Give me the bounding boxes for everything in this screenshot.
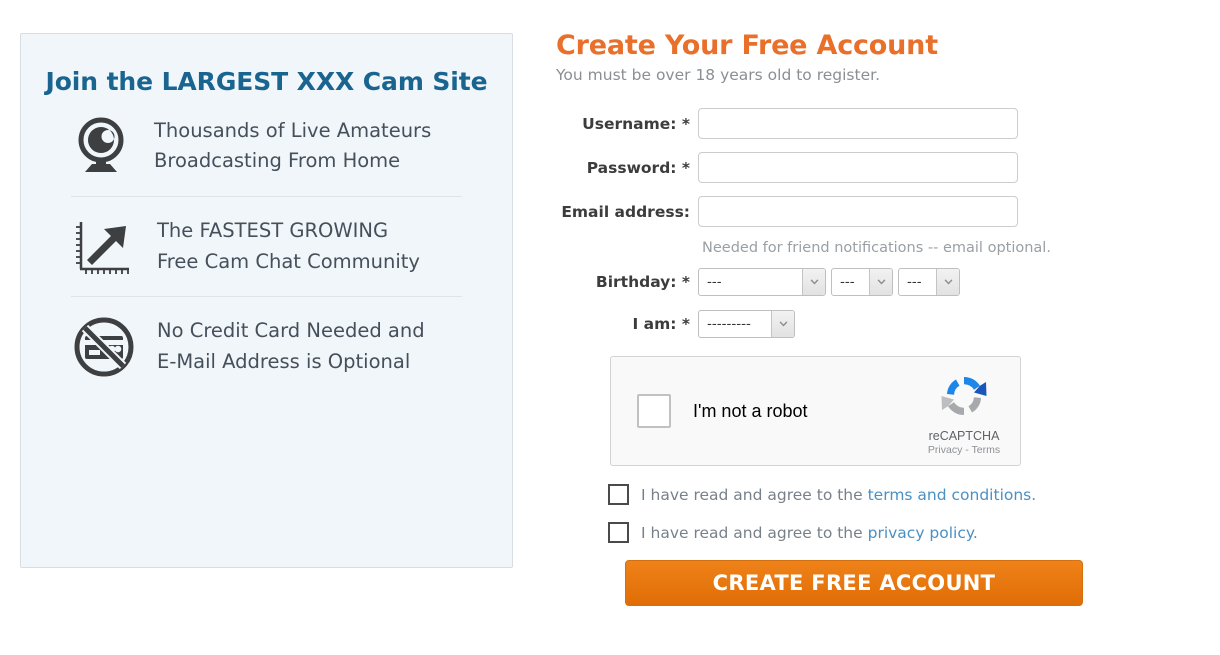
gender-select-wrap: --------- — [698, 310, 795, 338]
terms-and-conditions-link[interactable]: terms and conditions — [868, 486, 1032, 504]
feature-text: No Credit Card Needed and E-Mail Address… — [157, 316, 425, 376]
username-label: Username: * — [582, 114, 690, 133]
feature-line-1: Thousands of Live Amateurs — [154, 118, 432, 142]
field-row-birthday: Birthday: * --- --- --- — [556, 268, 1196, 296]
terms-consent-suffix: . — [1031, 485, 1037, 504]
privacy-consent-suffix: . — [972, 523, 978, 542]
consent-section: I have read and agree to the terms and c… — [608, 484, 1196, 543]
privacy-consent-prefix: I have read and agree to the — [641, 523, 868, 542]
gender-label: I am: * — [632, 315, 690, 333]
signup-subtitle: You must be over 18 years old to registe… — [556, 66, 880, 84]
field-row-email: Email address: — [556, 196, 1196, 227]
form-fields: Username: * Password: * Email address: N… — [556, 108, 1196, 338]
username-input[interactable] — [698, 108, 1018, 139]
submit-section: CREATE FREE ACCOUNT — [625, 560, 1196, 606]
birthday-year-wrap: --- — [698, 268, 826, 296]
recaptcha-logo-icon — [941, 376, 987, 416]
recaptcha-privacy-terms[interactable]: Privacy - Terms — [922, 444, 1006, 456]
no-credit-card-icon — [71, 316, 137, 378]
email-input[interactable] — [698, 196, 1018, 227]
recaptcha-row: I'm not a robot reCAPTCHA Privacy - Term… — [610, 356, 1196, 466]
feature-text: The FASTEST GROWING Free Cam Chat Commun… — [157, 216, 420, 276]
feature-text: Thousands of Live Amateurs Broadcasting … — [154, 116, 431, 176]
webcam-icon — [68, 115, 134, 177]
feature-line-2: E-Mail Address is Optional — [157, 349, 411, 373]
signup-page: Join the LARGEST XXX Cam Site Thousands … — [0, 0, 1220, 655]
promo-panel: Join the LARGEST XXX Cam Site Thousands … — [20, 33, 513, 568]
recaptcha-checkbox[interactable] — [637, 394, 671, 428]
feature-line-1: No Credit Card Needed and — [157, 319, 425, 343]
password-label: Password: * — [586, 158, 690, 177]
feature-list: Thousands of Live Amateurs Broadcasting … — [21, 96, 512, 396]
field-row-username: Username: * — [556, 108, 1196, 139]
terms-consent-text: I have read and agree to the terms and c… — [641, 486, 1036, 504]
birthday-year-select[interactable]: --- — [698, 268, 826, 296]
recaptcha-widget[interactable]: I'm not a robot reCAPTCHA Privacy - Term… — [610, 356, 1021, 466]
consent-row-privacy: I have read and agree to the privacy pol… — [608, 522, 1196, 543]
recaptcha-label: I'm not a robot — [693, 400, 808, 421]
feature-item-fastest-growing: The FASTEST GROWING Free Cam Chat Commun… — [71, 196, 462, 296]
gender-select[interactable]: --------- — [698, 310, 795, 338]
email-label: Email address: — [561, 202, 690, 221]
consent-row-terms: I have read and agree to the terms and c… — [608, 484, 1196, 505]
birthday-day-wrap: --- — [898, 268, 960, 296]
birthday-month-select[interactable]: --- — [831, 268, 893, 296]
birthday-day-select[interactable]: --- — [898, 268, 960, 296]
promo-title: Join the LARGEST XXX Cam Site — [45, 67, 488, 96]
privacy-checkbox[interactable] — [608, 522, 629, 543]
growth-chart-icon — [71, 216, 137, 278]
recaptcha-branding: reCAPTCHA Privacy - Terms — [922, 369, 1006, 456]
privacy-consent-text: I have read and agree to the privacy pol… — [641, 524, 978, 542]
feature-line-2: Broadcasting From Home — [154, 149, 401, 172]
password-input[interactable] — [698, 152, 1018, 183]
feature-line-2: Free Cam Chat Community — [157, 249, 420, 273]
terms-consent-prefix: I have read and agree to the — [641, 485, 868, 504]
signup-form: Create Your Free Account You must be ove… — [556, 30, 1196, 606]
birthday-label: Birthday: * — [595, 273, 690, 291]
feature-line-1: The FASTEST GROWING — [157, 219, 389, 243]
signup-title: Create Your Free Account — [556, 30, 938, 61]
birthday-select-group: --- --- --- — [698, 268, 960, 296]
birthday-month-wrap: --- — [831, 268, 893, 296]
create-free-account-button[interactable]: CREATE FREE ACCOUNT — [625, 560, 1083, 606]
field-row-gender: I am: * --------- — [556, 310, 1196, 338]
email-helper-text: Needed for friend notifications -- email… — [702, 240, 1051, 256]
field-row-password: Password: * — [556, 152, 1196, 183]
recaptcha-brand-name: reCAPTCHA — [928, 429, 1000, 443]
privacy-policy-link[interactable]: privacy policy — [868, 524, 973, 542]
feature-item-live-amateurs: Thousands of Live Amateurs Broadcasting … — [21, 96, 512, 196]
terms-checkbox[interactable] — [608, 484, 629, 505]
feature-item-no-credit-card: No Credit Card Needed and E-Mail Address… — [71, 296, 462, 396]
